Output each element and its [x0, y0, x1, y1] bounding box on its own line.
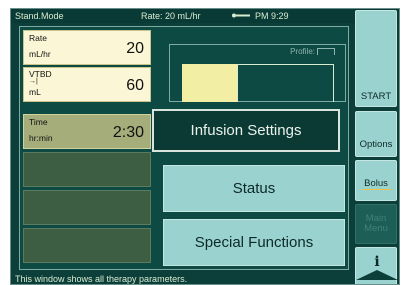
chart-divider — [237, 64, 238, 102]
bolus-button[interactable]: Bolus — [355, 160, 397, 201]
infusion-settings-button[interactable]: Infusion Settings — [152, 109, 340, 152]
special-functions-button[interactable]: Special Functions — [163, 219, 345, 266]
info-icon: i — [374, 254, 380, 270]
bolus-label: Bolus — [364, 178, 388, 189]
empty-slot — [23, 152, 151, 187]
chart-fill — [182, 64, 237, 102]
empty-slot — [23, 190, 151, 225]
param-rate-value: 20 — [126, 40, 144, 57]
options-button[interactable]: Options — [355, 111, 397, 157]
arrow-icon: →| — [29, 78, 38, 85]
infusion-profile-chart: Profile: — [169, 44, 346, 102]
param-time[interactable]: Time hr:min 2:30 — [23, 114, 151, 149]
profile-label: Profile: — [290, 47, 335, 56]
param-vtbd[interactable]: VTBD →| mL 60 — [23, 67, 151, 102]
empty-slot — [23, 228, 151, 263]
param-vtbd-unit: mL — [29, 87, 41, 97]
param-rate-label: Rate — [29, 33, 47, 43]
param-rate[interactable]: Rate mL/hr 20 — [23, 30, 151, 65]
info-button[interactable]: i — [355, 247, 398, 284]
main-menu-button[interactable]: Main Menu — [355, 204, 397, 244]
param-time-value: 2:30 — [112, 124, 144, 141]
clock-time: PM 9:29 — [255, 11, 289, 21]
param-vtbd-value: 60 — [126, 77, 144, 94]
battery-icon — [231, 11, 251, 22]
profile-icon — [317, 48, 335, 56]
start-button[interactable]: START — [355, 10, 397, 107]
start-label: START — [360, 91, 392, 102]
status-button[interactable]: Status — [163, 165, 345, 212]
param-time-label: Time — [29, 117, 48, 127]
info-arrow — [356, 270, 398, 280]
main-menu-label: Main Menu — [364, 213, 388, 234]
bolus-accent-line — [362, 189, 392, 190]
pump-screen: Stand.Mode Rate: 20 mL/hr PM 9:29 Rate m… — [10, 8, 400, 285]
param-time-unit: hr:min — [29, 133, 53, 143]
help-text: This window shows all therapy parameters… — [15, 274, 188, 284]
rate-status: Rate: 20 mL/hr — [141, 11, 201, 21]
options-label: Options — [359, 139, 393, 150]
param-rate-unit: mL/hr — [29, 49, 51, 59]
status-bar: Stand.Mode Rate: 20 mL/hr PM 9:29 — [11, 9, 399, 23]
mode-label: Stand.Mode — [15, 11, 64, 21]
